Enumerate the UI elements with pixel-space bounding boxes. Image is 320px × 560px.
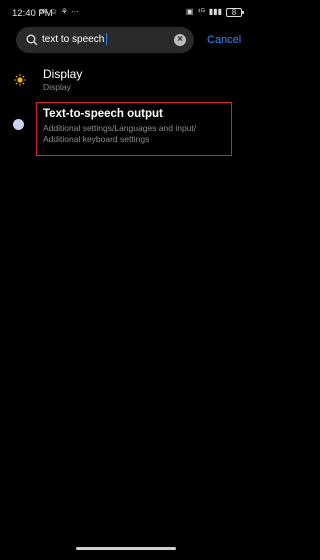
result-title: Display (43, 67, 83, 81)
battery-level: 8 (231, 7, 237, 17)
result-subtitle: Display (43, 82, 71, 92)
result-display[interactable]: Display Display (0, 62, 252, 100)
network-icon: ⁴ᴳ (197, 7, 205, 16)
screenshot-icon: ▣ (185, 7, 194, 16)
text-cursor (106, 33, 108, 46)
result-title: Text-to-speech output (43, 108, 163, 120)
cancel-button[interactable]: Cancel (207, 34, 241, 46)
notification-icons: ✉ ☺ ⚘ ··· (40, 7, 79, 17)
search-query[interactable]: text to speech (42, 33, 108, 47)
search-icon (26, 34, 38, 46)
status-right: ▣ ⁴ᴳ ▮▮▮ 8 (185, 7, 244, 17)
battery-icon: 8 (226, 7, 244, 17)
home-indicator[interactable] (76, 547, 176, 550)
result-text-to-speech[interactable]: Text-to-speech output Additional setting… (0, 100, 252, 160)
whatsapp-icon: ☺ (49, 7, 58, 16)
more-notifications-icon: ··· (71, 7, 80, 16)
result-subtitle: Additional settings/Languages and input/… (43, 123, 197, 144)
search-input[interactable]: text to speech × (16, 27, 194, 53)
message-icon: ✉ (40, 7, 47, 16)
settings-dot-icon (13, 119, 24, 130)
clear-icon[interactable]: × (174, 34, 186, 46)
signal-icon: ▮▮▮ (208, 7, 222, 16)
app-icon: ⚘ (60, 7, 69, 16)
brightness-icon (14, 74, 26, 86)
status-bar: 12:40 PM ✉ ☺ ⚘ ··· ▣ ⁴ᴳ ▮▮▮ 8 (0, 0, 252, 26)
